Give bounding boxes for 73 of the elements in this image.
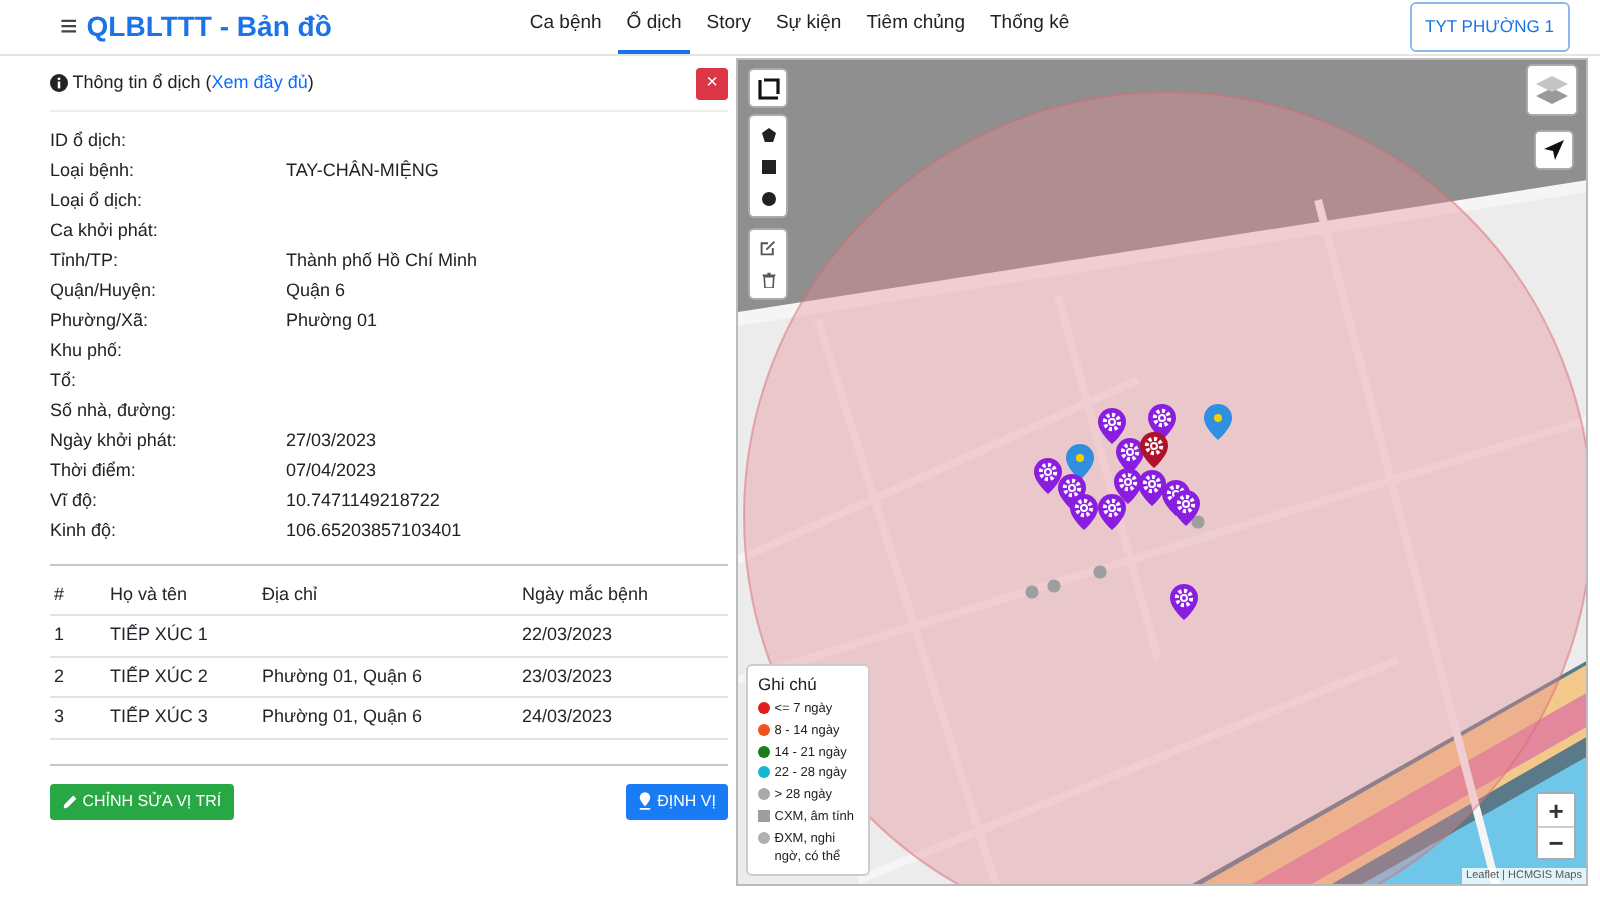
- field-label: Kinh độ:: [50, 518, 119, 544]
- table-cell: 3: [50, 697, 106, 738]
- field-label: Vĩ độ:: [50, 488, 100, 514]
- field-label: Số nhà, đường:: [50, 398, 178, 424]
- unit-button[interactable]: TYT PHƯỜNG 1: [1409, 2, 1570, 52]
- map-pin-icon[interactable]: [1070, 494, 1098, 530]
- fullscreen-icon[interactable]: [752, 72, 784, 104]
- locate-arrow-icon[interactable]: [1538, 134, 1570, 166]
- field-label: Tổ:: [50, 368, 79, 394]
- map-pin-icon[interactable]: [1098, 408, 1126, 444]
- field-label: Khu phố:: [50, 338, 125, 364]
- legend-title: Ghi chú: [758, 672, 819, 698]
- field-value: Thành phố Hồ Chí Minh: [286, 248, 478, 274]
- nav-tab[interactable]: Ổ dịch: [618, 0, 690, 54]
- map-pin-icon[interactable]: [1066, 444, 1094, 480]
- map-pin-icon[interactable]: [1098, 494, 1126, 530]
- field-label: Ca khởi phát:: [50, 218, 160, 244]
- nav-tab[interactable]: Ca bệnh: [521, 0, 610, 54]
- panel-title: Thông tin ổ dịch (Xem đầy đủ): [72, 69, 314, 96]
- table-cell: 1: [50, 615, 106, 656]
- case-dot[interactable]: [1047, 579, 1061, 593]
- trash-icon[interactable]: [761, 272, 775, 288]
- column-header: Họ và tên: [106, 575, 258, 615]
- locate-button[interactable]: ĐỊNH VỊ: [626, 783, 728, 819]
- case-dot[interactable]: [1025, 585, 1039, 599]
- table-cell: 22/03/2023: [518, 615, 728, 656]
- column-header: Địa chỉ: [258, 575, 518, 615]
- field-value: Phường 01: [286, 308, 377, 334]
- map-pin-icon[interactable]: [1138, 470, 1166, 506]
- map-pin-icon[interactable]: [1116, 438, 1144, 474]
- column-header: Ngày mắc bệnh: [518, 575, 728, 615]
- field-label: Tỉnh/TP:: [50, 248, 121, 274]
- map-pin-icon[interactable]: [1140, 432, 1168, 468]
- menu-icon[interactable]: ≡: [60, 12, 78, 42]
- field-value: TAY-CHÂN-MIỆNG: [286, 158, 439, 184]
- pencil-icon: [62, 793, 78, 809]
- layers-icon[interactable]: [1536, 74, 1568, 106]
- nav-tab[interactable]: Thống kê: [982, 0, 1078, 54]
- field-value: 106.65203857103401: [286, 518, 462, 544]
- info-icon: [50, 74, 68, 92]
- table-cell: Phường 01, Quận 6: [258, 656, 518, 697]
- field-label: Loại ổ dịch:: [50, 188, 145, 214]
- table-cell: Phường 01, Quận 6: [258, 697, 518, 738]
- map-pin-icon[interactable]: [1172, 490, 1200, 526]
- field-value: 10.7471149218722: [286, 488, 440, 514]
- table-cell: TIẾP XÚC 2: [106, 656, 258, 697]
- case-dot[interactable]: [1191, 515, 1205, 529]
- map-pin-icon[interactable]: [1034, 458, 1062, 494]
- nav-tab[interactable]: Story: [698, 0, 759, 54]
- nav-tab[interactable]: Sự kiện: [767, 0, 850, 54]
- table-cell: TIẾP XÚC 1: [106, 615, 258, 656]
- nav-tab[interactable]: Tiêm chủng: [858, 0, 973, 54]
- close-button[interactable]: ×: [696, 67, 728, 99]
- field-value: 07/04/2023: [286, 458, 377, 484]
- field-label: Thời điểm:: [50, 458, 138, 484]
- case-dot[interactable]: [1093, 565, 1107, 579]
- table-cell: 24/03/2023: [518, 697, 728, 738]
- field-label: Ngày khởi phát:: [50, 428, 179, 454]
- field-label: Quận/Huyện:: [50, 278, 159, 304]
- field-label: Phường/Xã:: [50, 308, 150, 334]
- pin-icon: [638, 792, 653, 810]
- full-view-link[interactable]: Xem đầy đủ: [211, 71, 308, 92]
- column-header: #: [50, 575, 106, 615]
- field-label: ID ổ dịch:: [50, 128, 129, 154]
- app-title: QLBLTTT - Bản đồ: [86, 8, 332, 46]
- table-cell: TIẾP XÚC 3: [106, 697, 258, 738]
- table-cell: 23/03/2023: [518, 656, 728, 697]
- map-pin-icon[interactable]: [1170, 584, 1198, 620]
- table-cell: 2: [50, 656, 106, 697]
- field-value: Quận 6: [286, 278, 346, 304]
- zoom-out-button[interactable]: −: [1538, 826, 1574, 858]
- field-label: Loại bệnh:: [50, 158, 137, 184]
- field-value: 27/03/2023: [286, 428, 377, 454]
